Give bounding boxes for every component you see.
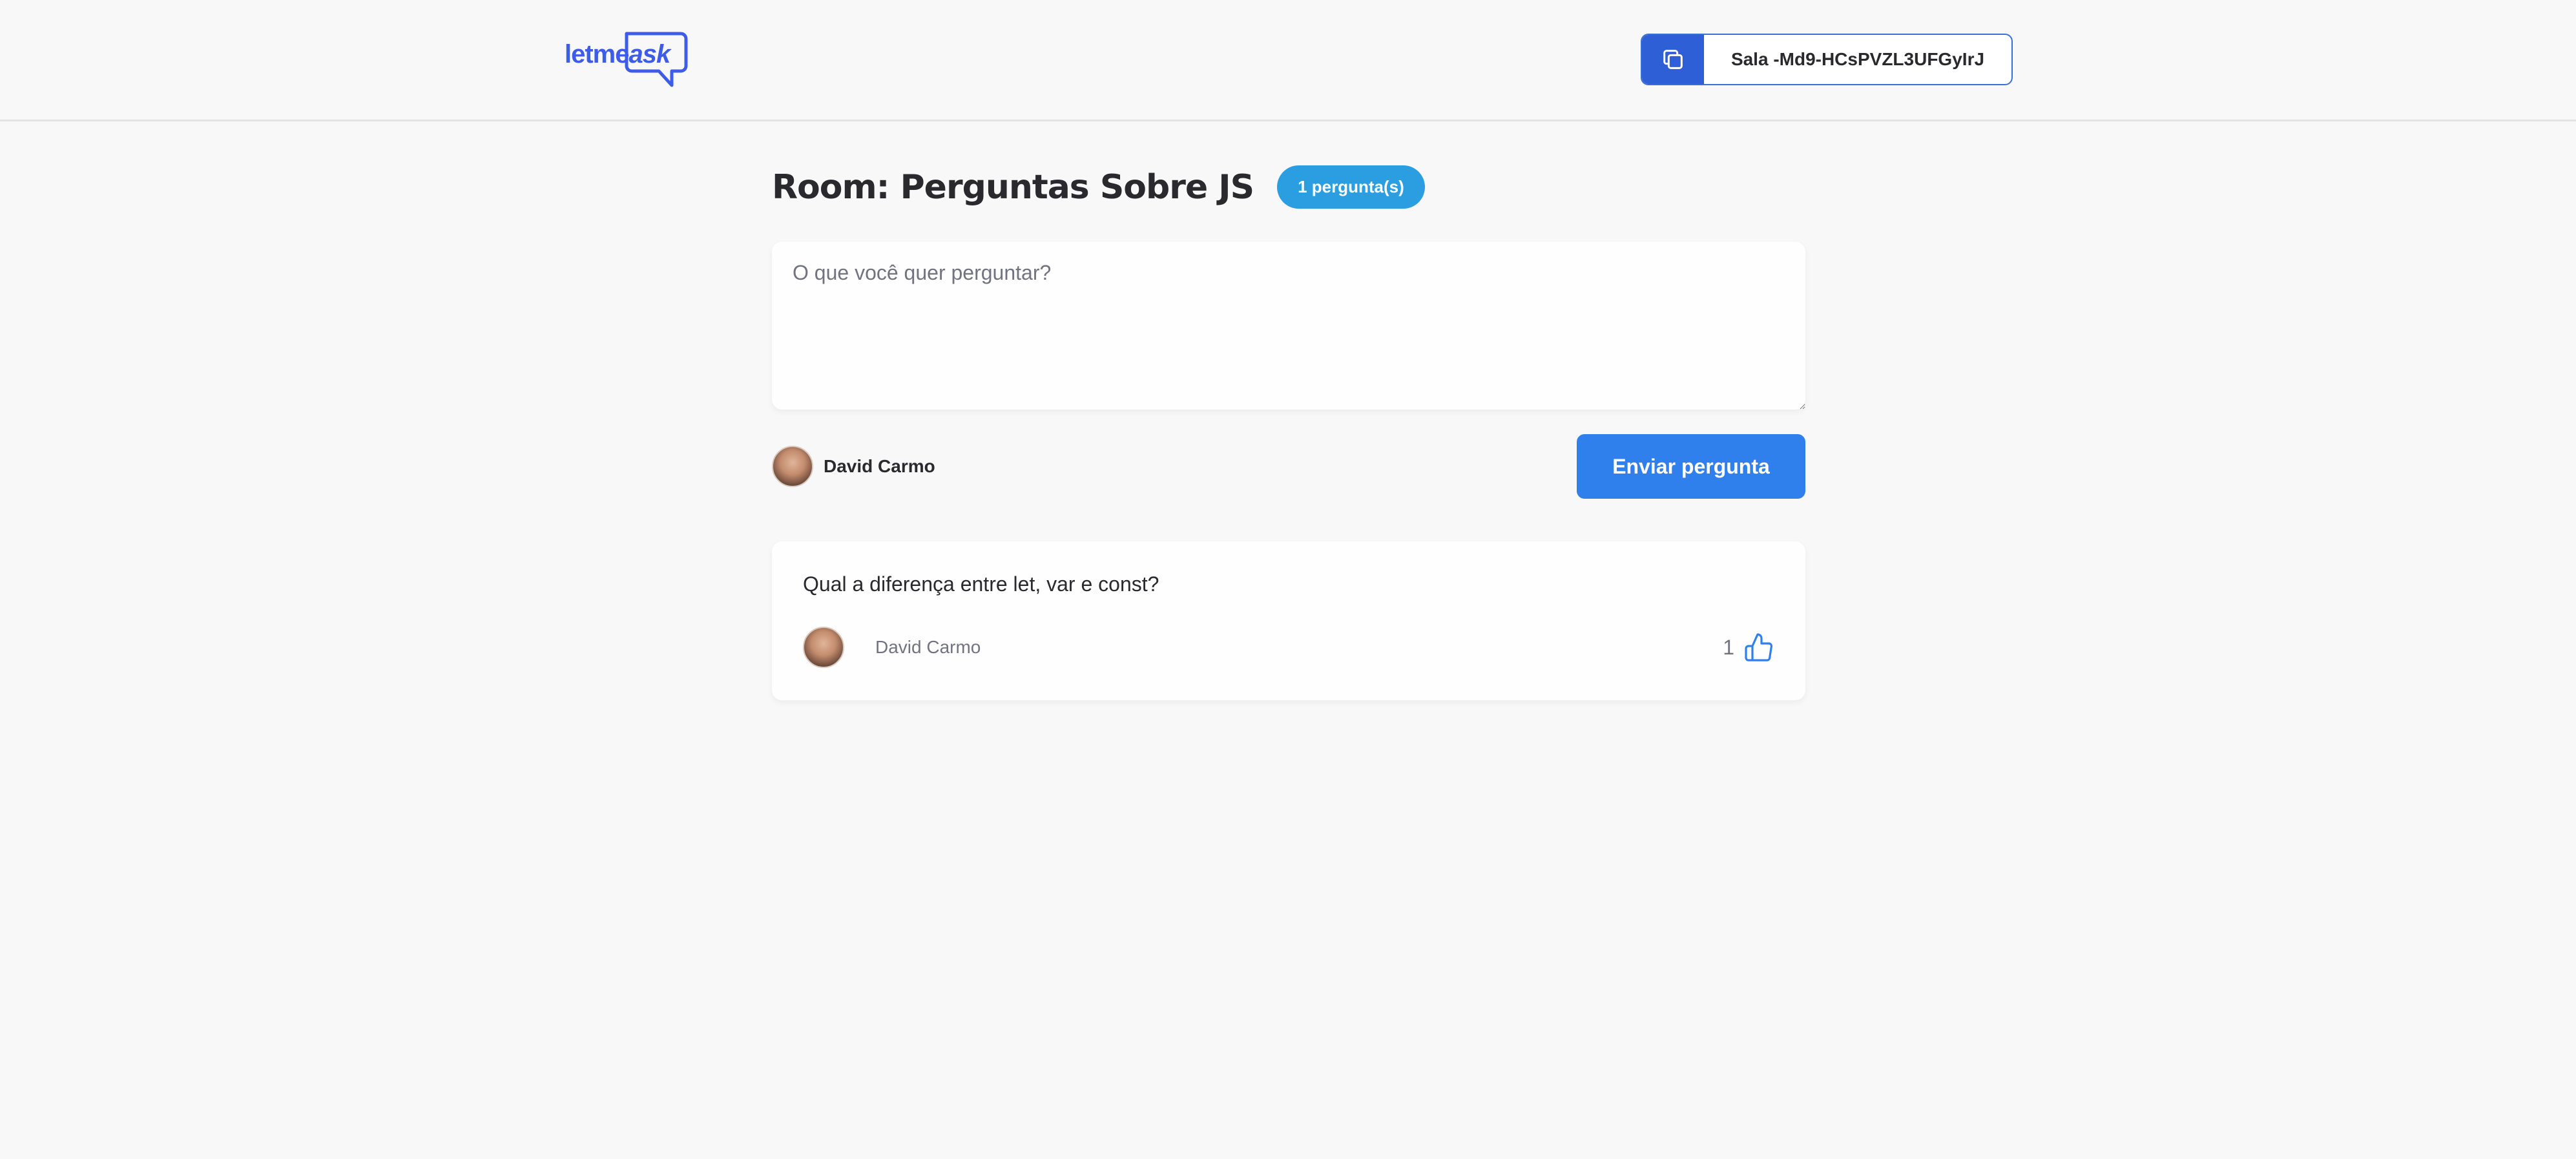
logo-text-main: letme bbox=[565, 40, 629, 68]
page-title: Room: Perguntas Sobre JS bbox=[772, 167, 1254, 207]
question-content: Qual a diferença entre let, var e const? bbox=[803, 572, 1159, 596]
question-author: David Carmo bbox=[803, 627, 981, 668]
room-code-button[interactable]: Sala -Md9-HCsPVZL3UFGyIrJ bbox=[1641, 34, 2013, 85]
question-input[interactable] bbox=[772, 242, 1805, 410]
avatar bbox=[803, 627, 844, 668]
question-form bbox=[772, 242, 1805, 410]
question-card: Qual a diferença entre let, var e const?… bbox=[772, 541, 1805, 700]
logo-text: letmeask bbox=[565, 40, 670, 69]
question-form-footer: David Carmo Enviar pergunta bbox=[772, 434, 1805, 499]
room-title-row: Room: Perguntas Sobre JS 1 pergunta(s) bbox=[772, 165, 1425, 209]
page-header: letmeask Sala -Md9-HCsPVZL3UFGyIrJ bbox=[0, 0, 2576, 121]
current-user-info: David Carmo bbox=[772, 446, 935, 487]
like-count: 1 bbox=[1723, 635, 1734, 659]
current-user-name: David Carmo bbox=[824, 456, 935, 476]
like-button[interactable]: 1 bbox=[1723, 632, 1774, 663]
thumbs-up-icon bbox=[1745, 633, 1773, 662]
avatar bbox=[772, 446, 813, 487]
question-count-badge: 1 pergunta(s) bbox=[1277, 165, 1425, 209]
letmeask-logo[interactable]: letmeask bbox=[562, 30, 689, 88]
logo-text-accent: ask bbox=[628, 40, 671, 68]
send-question-button[interactable]: Enviar pergunta bbox=[1577, 434, 1805, 499]
copy-icon bbox=[1663, 50, 1683, 69]
question-author-name: David Carmo bbox=[875, 637, 981, 657]
room-code-label: Sala -Md9-HCsPVZL3UFGyIrJ bbox=[1730, 49, 1985, 69]
copy-icon-box[interactable] bbox=[1642, 35, 1704, 84]
